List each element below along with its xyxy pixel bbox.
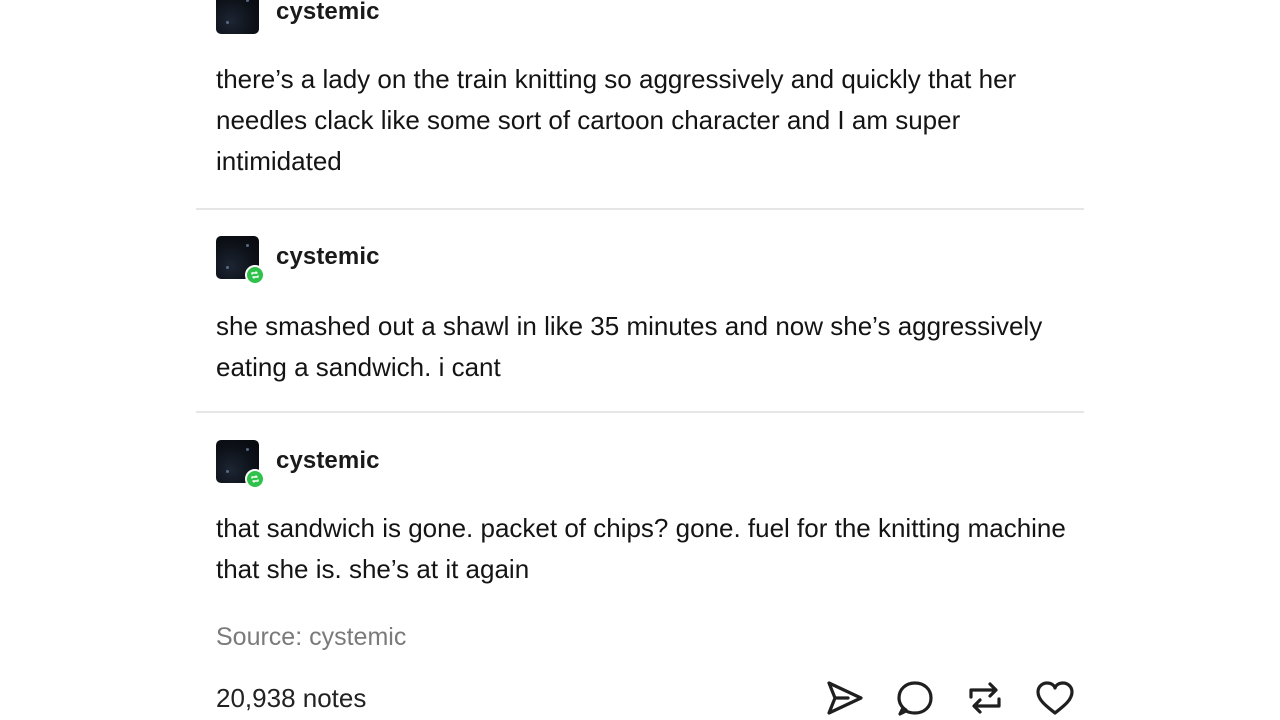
divider xyxy=(196,411,1084,413)
post-header: cystemic xyxy=(216,439,380,489)
post-header: cystemic xyxy=(216,0,380,34)
reblog-icon[interactable] xyxy=(964,678,1006,718)
reblog-badge-icon xyxy=(245,264,265,285)
notes-count[interactable]: 20,938 notes xyxy=(216,680,366,716)
divider xyxy=(196,208,1084,210)
heart-icon[interactable] xyxy=(1034,678,1076,718)
username[interactable]: cystemic xyxy=(276,0,380,26)
post-text: she smashed out a shawl in like 35 minut… xyxy=(216,311,1043,382)
post-header: cystemic xyxy=(216,235,380,285)
post-text: that sandwich is gone. packet of chips? … xyxy=(216,513,1066,584)
avatar-speck xyxy=(246,243,249,247)
source-line[interactable]: Source: cystemic xyxy=(216,619,406,655)
reblog-badge-icon xyxy=(245,468,265,489)
comment-icon[interactable] xyxy=(894,678,936,718)
avatar-speck xyxy=(246,0,249,2)
tumblr-post: cystemic there’s a lady on the train kni… xyxy=(196,0,1084,720)
username[interactable]: cystemic xyxy=(276,243,380,271)
avatar-speck xyxy=(246,447,249,451)
post-footer: 20,938 notes xyxy=(216,678,1076,718)
post-text: there’s a lady on the train knitting so … xyxy=(216,64,1017,176)
avatar[interactable] xyxy=(216,0,259,34)
avatar-speck xyxy=(226,20,229,24)
avatar-speck xyxy=(226,469,229,473)
send-icon[interactable] xyxy=(824,678,866,718)
avatar[interactable] xyxy=(216,439,265,489)
username[interactable]: cystemic xyxy=(276,447,380,475)
post-actions xyxy=(796,678,1076,718)
avatar-speck xyxy=(226,265,229,269)
avatar[interactable] xyxy=(216,235,265,285)
